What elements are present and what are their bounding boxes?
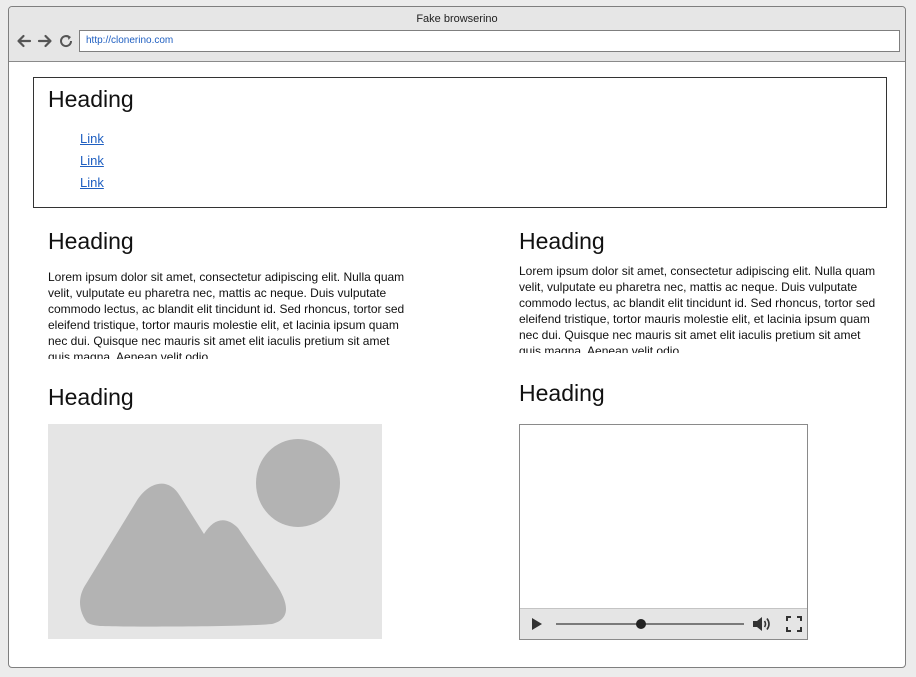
video-player[interactable]: [519, 424, 808, 640]
image-placeholder: [48, 424, 382, 639]
text-section-left-body: Lorem ipsum dolor sit amet, consectetur …: [48, 270, 405, 359]
text-section-left-heading: Heading: [48, 228, 134, 254]
video-seek-bar[interactable]: [556, 623, 744, 625]
browser-toolbar: Fake browserino http://clonerino.com: [9, 7, 905, 62]
play-icon[interactable]: [530, 617, 544, 631]
nav-link-2[interactable]: Link: [80, 153, 104, 168]
video-controls: [520, 608, 807, 639]
header-section: Heading Link Link Link: [33, 77, 887, 208]
nav-link-3[interactable]: Link: [80, 175, 104, 190]
video-section-heading: Heading: [519, 380, 605, 406]
window-title: Fake browserino: [416, 13, 498, 25]
nav-link-1[interactable]: Link: [80, 131, 104, 146]
volume-icon[interactable]: [752, 615, 772, 633]
video-seek-handle[interactable]: [635, 619, 646, 629]
reload-icon[interactable]: [57, 32, 75, 50]
back-arrow-icon[interactable]: [15, 32, 33, 50]
image-placeholder-icon: [80, 439, 340, 627]
header-heading: Heading: [48, 86, 134, 112]
address-bar[interactable]: http://clonerino.com: [79, 30, 900, 52]
fullscreen-icon[interactable]: [786, 616, 802, 632]
forward-arrow-icon[interactable]: [36, 32, 54, 50]
image-section-heading: Heading: [48, 384, 134, 410]
text-section-right-heading: Heading: [519, 228, 605, 254]
header-link-list: Link Link Link: [80, 130, 104, 196]
browser-window: Fake browserino http://clonerino.com Hea…: [8, 6, 906, 668]
text-section-right-body: Lorem ipsum dolor sit amet, consectetur …: [519, 264, 876, 353]
